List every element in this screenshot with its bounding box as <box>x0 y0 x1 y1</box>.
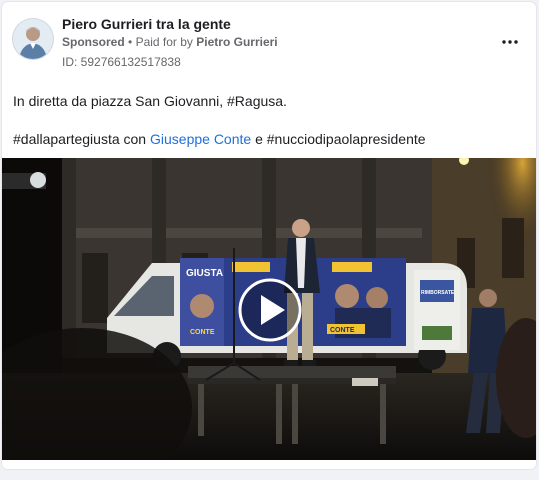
ad-post-card: Piero Gurrieri tra la gente Sponsored • … <box>2 2 536 469</box>
page-avatar[interactable] <box>13 19 53 59</box>
post-footer <box>2 460 536 469</box>
banner-text-conte-right: CONTE <box>330 327 355 334</box>
sponsored-label: Sponsored <box>62 35 125 49</box>
post-header: Piero Gurrieri tra la gente Sponsored • … <box>2 2 536 86</box>
separator-dot: • <box>128 35 133 49</box>
post-text-line-1: In diretta da piazza San Giovanni, #Ragu… <box>13 93 287 109</box>
hashtag-text: #dallapartegiusta con <box>13 131 150 147</box>
ad-id: ID: 592766132517838 <box>62 55 181 69</box>
sponsored-meta: Sponsored • Paid for by Pietro Gurrieri <box>62 35 278 49</box>
video-frame: GIUSTA CONTE CONTE RIMBORSATE <box>2 158 536 460</box>
banner-text-giusta: GIUSTA <box>186 268 223 279</box>
mention-giuseppe-conte[interactable]: Giuseppe Conte <box>150 131 251 147</box>
banner-text-conte-left: CONTE <box>190 329 215 336</box>
post-text-line-2: #dallapartegiusta con Giuseppe Conte e #… <box>13 130 526 148</box>
hashtag-text-end: e #nucciodipaolapresidente <box>251 131 426 147</box>
video-player[interactable]: GIUSTA CONTE CONTE RIMBORSATE <box>2 158 536 460</box>
post-text: In diretta da piazza San Giovanni, #Ragu… <box>13 92 526 148</box>
paid-for-name[interactable]: Pietro Gurrieri <box>196 35 277 49</box>
paid-for-prefix: Paid for by <box>135 35 193 49</box>
more-horizontal-icon <box>502 40 518 44</box>
avatar-portrait <box>13 19 53 59</box>
page-name[interactable]: Piero Gurrieri tra la gente <box>62 16 231 32</box>
banner-text-rimborsate: RIMBORSATE <box>421 290 455 296</box>
more-options-button[interactable] <box>498 32 522 52</box>
play-icon[interactable] <box>238 278 302 342</box>
